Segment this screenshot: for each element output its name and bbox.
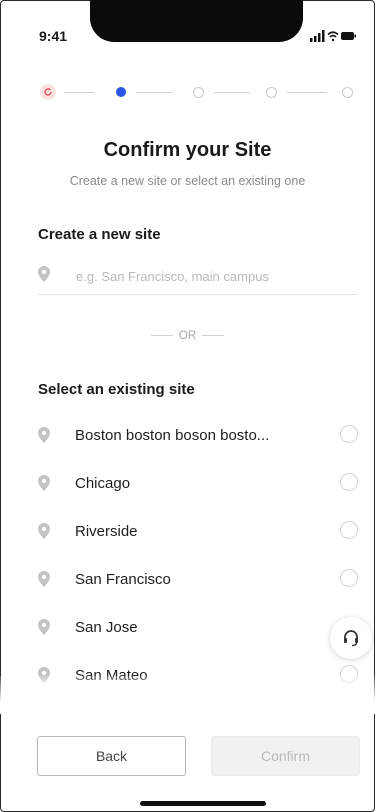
battery-icon (341, 32, 356, 40)
refresh-icon (44, 87, 52, 96)
status-icons (310, 30, 356, 42)
site-name: Boston boston boson bosto... (75, 427, 270, 444)
home-indicator (140, 801, 266, 806)
site-list-item[interactable]: Riverside (38, 508, 363, 556)
page-subtitle: Create a new site or select an existing … (69, 174, 306, 188)
wifi-icon (327, 31, 339, 42)
site-name: Riverside (75, 523, 138, 540)
device-notch (90, 0, 303, 42)
step-1-completed (40, 84, 56, 100)
location-pin-icon (38, 619, 50, 635)
location-pin-icon (38, 571, 50, 587)
progress-stepper (40, 82, 358, 102)
headset-icon (344, 630, 358, 647)
site-radio[interactable] (340, 569, 358, 587)
confirm-button[interactable]: Confirm (211, 736, 360, 776)
step-4-pending (266, 86, 277, 98)
support-button[interactable] (330, 617, 372, 659)
step-3-pending (193, 86, 204, 98)
site-list-item[interactable]: San Jose (38, 604, 363, 652)
new-site-field[interactable] (38, 260, 358, 295)
site-list-item[interactable]: Chicago (38, 460, 363, 508)
existing-sites-list: Boston boston boson bosto... Chicago River… (38, 412, 363, 712)
site-list-item[interactable]: San Francisco (38, 556, 363, 604)
select-site-heading: Select an existing site (38, 381, 195, 398)
site-radio[interactable] (340, 473, 358, 491)
back-button[interactable]: Back (37, 736, 186, 776)
list-fade-overlay (0, 676, 375, 714)
site-radio[interactable] (340, 425, 358, 443)
status-time: 9:41 (39, 28, 68, 44)
step-connector (136, 92, 172, 93)
divider-line (150, 335, 173, 337)
status-bar: 9:41 (0, 0, 375, 62)
site-list-item[interactable]: Boston boston boson bosto... (38, 412, 363, 460)
location-pin-icon (38, 523, 50, 539)
site-radio[interactable] (340, 521, 358, 539)
step-connector (287, 92, 327, 93)
location-pin-icon (38, 427, 50, 443)
create-site-heading: Create a new site (38, 226, 161, 243)
location-pin-icon (38, 266, 50, 282)
location-pin-icon (38, 475, 50, 491)
site-name: Chicago (75, 475, 131, 492)
site-name: San Jose (75, 619, 138, 636)
page-title: Confirm your Site (103, 139, 272, 161)
step-connector (64, 92, 94, 93)
or-divider: OR (0, 330, 375, 342)
step-2-current (116, 87, 126, 97)
new-site-input[interactable] (74, 264, 358, 288)
step-connector (214, 92, 250, 93)
or-label: OR (178, 330, 197, 342)
divider-line (202, 335, 225, 337)
site-name: San Francisco (75, 571, 171, 588)
step-5-pending (342, 86, 353, 98)
cellular-signal-icon (310, 30, 325, 42)
